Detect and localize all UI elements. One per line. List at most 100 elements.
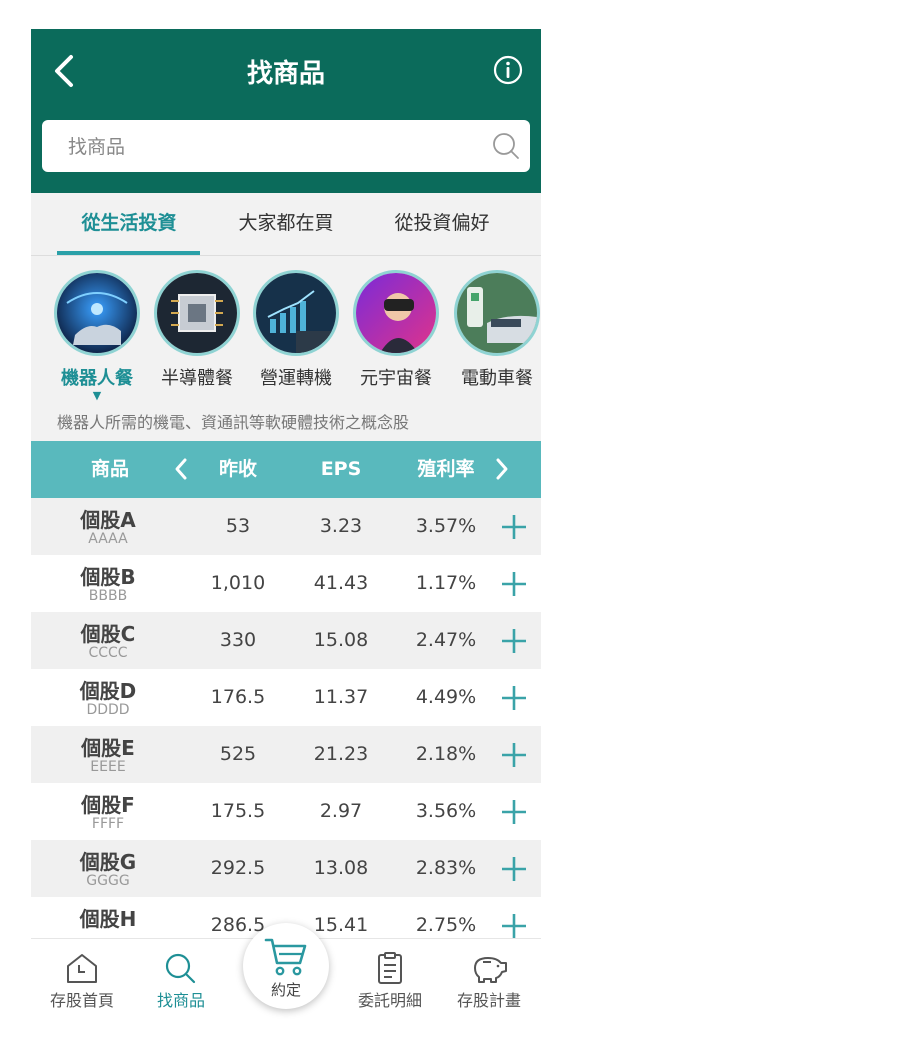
close-price: 1,010: [210, 572, 266, 594]
category-description: 機器人所需的機電、資通訊等軟硬體技術之概念股: [57, 413, 410, 432]
cart-icon: [264, 938, 307, 976]
yield-value: 1.17%: [415, 572, 477, 594]
eps-value: 11.37: [313, 686, 369, 708]
eps-value: 13.08: [313, 857, 369, 879]
category-carousel: 機器人餐 ▼ 半導體餐 營運轉機 元宇宙餐 電動車餐 機器人所需的機電、資通訊等…: [31, 256, 541, 441]
stock-name: 個股F: [81, 793, 135, 817]
robot-hand-image: [54, 270, 140, 356]
category-robot[interactable]: 機器人餐 ▼: [49, 270, 145, 402]
yield-value: 3.56%: [415, 800, 477, 822]
header-bar: 找商品: [31, 29, 541, 193]
bottom-navigation: 存股首頁 找商品 約定 委託明細 存股計畫: [31, 923, 541, 1029]
table-row[interactable]: 個股E EEEE 525 21.23 2.18%: [31, 726, 541, 783]
selected-marker-icon: ▼: [92, 389, 102, 402]
stock-code: GGGG: [86, 873, 130, 889]
search-input[interactable]: [66, 120, 470, 174]
nav-savings-plan[interactable]: 存股計畫: [444, 939, 534, 1029]
business-growth-image: [253, 270, 339, 356]
close-price: 53: [225, 515, 251, 537]
yield-value: 4.49%: [415, 686, 477, 708]
stock-name: 個股G: [79, 850, 137, 874]
stock-name: 個股B: [80, 565, 136, 589]
chip-image: [154, 270, 240, 356]
stock-table: 個股A AAAA 53 3.23 3.57% 個股B BBBB 1,010 41…: [31, 498, 541, 938]
table-row[interactable]: 個股B BBBB 1,010 41.43 1.17%: [31, 555, 541, 612]
category-semiconductor[interactable]: 半導體餐: [149, 270, 245, 390]
home-icon: [67, 954, 97, 983]
table-row[interactable]: 個股D DDDD 176.5 11.37 4.49%: [31, 669, 541, 726]
close-price: 175.5: [210, 800, 266, 822]
active-tab-indicator: [57, 251, 200, 255]
stock-name: 個股E: [81, 736, 135, 760]
column-close[interactable]: 昨收: [203, 441, 273, 498]
category-turnaround[interactable]: 營運轉機: [248, 270, 344, 390]
tab-popular[interactable]: 大家都在買: [211, 193, 361, 255]
yield-value: 3.57%: [415, 515, 477, 537]
close-price: 292.5: [210, 857, 266, 879]
add-icon[interactable]: [499, 740, 529, 770]
add-icon[interactable]: [499, 854, 529, 884]
stock-code: BBBB: [88, 588, 128, 604]
tab-bar: 從生活投資 大家都在買 從投資偏好: [31, 193, 541, 256]
app-screen: 找商品 從生活投資 大家都在買 從投資偏好: [31, 29, 541, 1029]
yield-value: 2.75%: [415, 914, 477, 936]
nav-label: 約定: [270, 981, 301, 999]
column-product: 商品: [90, 458, 129, 480]
column-yield[interactable]: 殖利率: [406, 441, 486, 498]
nav-order-details[interactable]: 委託明細: [345, 939, 435, 1029]
stock-code: DDDD: [86, 702, 130, 718]
eps-value: 3.23: [319, 515, 363, 537]
add-icon[interactable]: [499, 626, 529, 656]
close-price: 176.5: [210, 686, 266, 708]
category-metaverse[interactable]: 元宇宙餐: [348, 270, 444, 390]
category-label: 半導體餐: [161, 368, 233, 389]
stock-code: EEEE: [90, 759, 126, 775]
nav-agreement-button[interactable]: 約定: [243, 923, 329, 1009]
eps-value: 15.08: [313, 629, 369, 651]
table-row[interactable]: 個股A AAAA 53 3.23 3.57%: [31, 498, 541, 555]
category-label: 機器人餐: [61, 368, 133, 389]
add-icon[interactable]: [499, 911, 529, 938]
add-icon[interactable]: [499, 797, 529, 827]
nav-label: 委託明細: [357, 991, 422, 1010]
category-ev[interactable]: 電動車餐: [449, 270, 541, 390]
table-row[interactable]: 個股F FFFF 175.5 2.97 3.56%: [31, 783, 541, 840]
tab-life-investing[interactable]: 從生活投資: [51, 193, 207, 255]
piggy-bank-icon: [474, 957, 507, 983]
page-title: 找商品: [246, 59, 325, 89]
info-icon[interactable]: [493, 55, 523, 85]
yield-value: 2.83%: [415, 857, 477, 879]
eps-value: 2.97: [319, 800, 363, 822]
vr-headset-image: [353, 270, 439, 356]
add-icon[interactable]: [499, 683, 529, 713]
stock-code: CCCC: [88, 645, 128, 661]
yield-value: 2.18%: [415, 743, 477, 765]
close-price: 525: [219, 743, 257, 765]
nav-label: 存股首頁: [49, 991, 114, 1010]
stock-name: 個股A: [80, 508, 136, 532]
nav-stock-home[interactable]: 存股首頁: [37, 939, 127, 1029]
eps-value: 41.43: [313, 572, 369, 594]
stock-code: FFFF: [91, 816, 125, 832]
table-row[interactable]: 個股G GGGG 292.5 13.08 2.83%: [31, 840, 541, 897]
add-icon[interactable]: [499, 569, 529, 599]
table-row[interactable]: 個股C CCCC 330 15.08 2.47%: [31, 612, 541, 669]
category-label: 營運轉機: [260, 368, 332, 389]
search-box: [42, 120, 530, 174]
chevron-right-icon[interactable]: [495, 457, 509, 481]
stock-name: 個股D: [79, 679, 137, 703]
column-eps[interactable]: EPS: [306, 441, 376, 498]
nav-find-product[interactable]: 找商品: [136, 939, 226, 1029]
nav-label: 存股計畫: [456, 991, 521, 1010]
ev-charging-image: [454, 270, 540, 356]
chevron-left-icon[interactable]: [174, 457, 188, 481]
yield-value: 2.47%: [415, 629, 477, 651]
table-header: 商品 昨收 EPS 殖利率: [31, 441, 541, 498]
add-icon[interactable]: [499, 512, 529, 542]
eps-value: 21.23: [313, 743, 369, 765]
stock-name: 個股H: [79, 907, 137, 931]
search-icon[interactable]: [492, 132, 520, 160]
tab-investment-preference[interactable]: 從投資偏好: [367, 193, 517, 255]
clipboard-icon: [378, 952, 402, 984]
close-price: 330: [219, 629, 257, 651]
